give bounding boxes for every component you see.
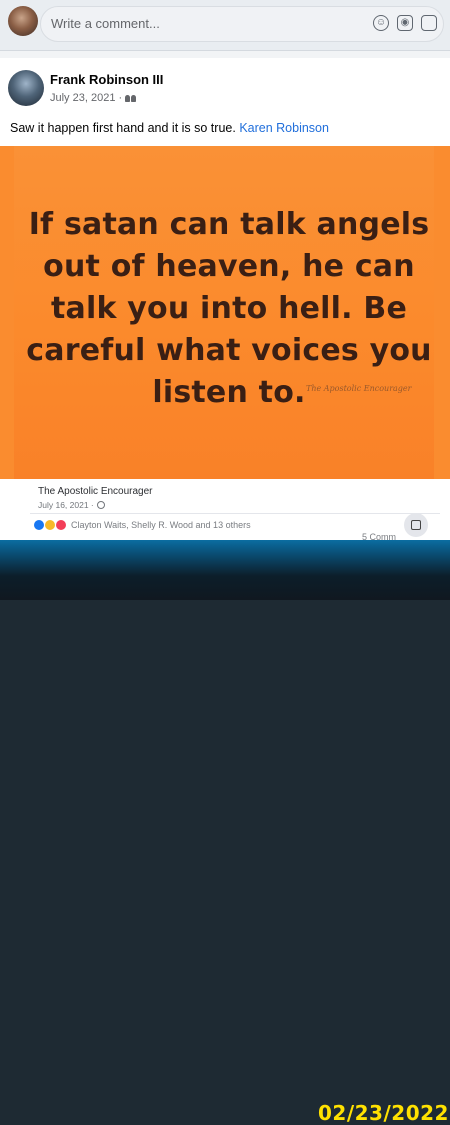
camera-icon[interactable]: ◉ xyxy=(397,15,413,31)
emoji-icon[interactable]: ☺ xyxy=(373,15,389,31)
comment-bar: Write a comment... ☺ ◉ xyxy=(0,0,450,51)
shared-source-date[interactable]: July 16, 2021 · xyxy=(38,500,94,510)
reactions-bar[interactable]: Clayton Waits, Shelly R. Wood and 13 oth… xyxy=(34,520,251,530)
photo-datestamp: 02/23/2022 xyxy=(318,1101,449,1125)
author-avatar[interactable] xyxy=(8,70,44,106)
post-author[interactable]: Frank Robinson III xyxy=(50,72,163,87)
like-reaction-icon xyxy=(34,520,44,530)
post-date[interactable]: July 23, 2021 · xyxy=(50,92,122,104)
current-user-avatar[interactable] xyxy=(8,6,38,36)
quote-text: If satan can talk angels out of heaven, … xyxy=(26,207,432,410)
post-body: Saw it happen first hand and it is so tr… xyxy=(10,121,236,135)
monitor-bezel: 02/23/2022 xyxy=(0,540,450,1125)
friends-icon xyxy=(125,94,137,102)
watermark: The Apostolic Encourager xyxy=(306,384,412,393)
edit-icon xyxy=(411,520,421,530)
reaction-names[interactable]: Clayton Waits, Shelly R. Wood and 13 oth… xyxy=(71,520,251,530)
mention-link[interactable]: Karen Robinson xyxy=(239,121,329,135)
love-reaction-icon xyxy=(56,520,66,530)
shared-source-meta: July 16, 2021 · xyxy=(38,500,105,510)
globe-icon xyxy=(96,501,105,509)
post-image[interactable]: If satan can talk angels out of heaven, … xyxy=(0,146,450,479)
edit-button[interactable] xyxy=(404,513,428,537)
care-reaction-icon xyxy=(45,520,55,530)
comment-input[interactable]: Write a comment... ☺ ◉ xyxy=(40,6,444,42)
divider xyxy=(30,513,440,514)
comment-placeholder: Write a comment... xyxy=(51,16,160,31)
comment-tools: ☺ ◉ xyxy=(373,15,437,31)
post-text: Saw it happen first hand and it is so tr… xyxy=(10,121,329,135)
screen: Write a comment... ☺ ◉ Frank Robinson II… xyxy=(0,0,450,542)
post-meta: July 23, 2021 · xyxy=(50,92,137,104)
shared-source-name[interactable]: The Apostolic Encourager xyxy=(38,486,153,497)
quote-card: If satan can talk angels out of heaven, … xyxy=(14,146,434,479)
post-card: Frank Robinson III July 23, 2021 · Saw i… xyxy=(0,58,450,542)
gif-icon[interactable] xyxy=(421,15,437,31)
